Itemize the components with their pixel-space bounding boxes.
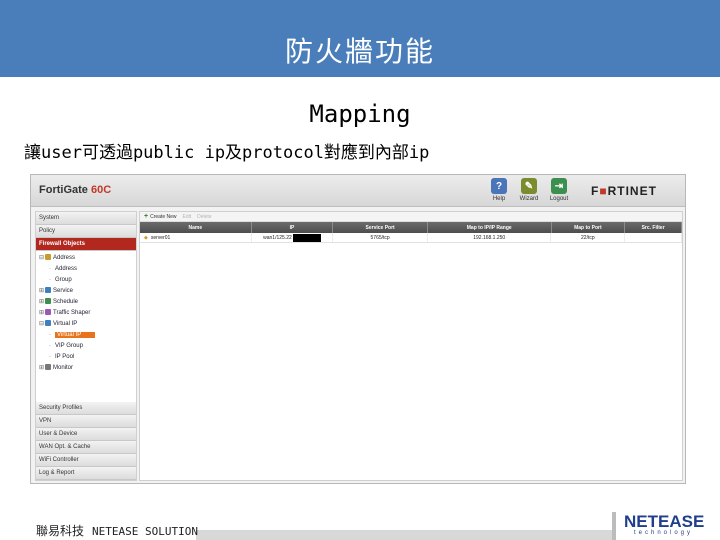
slide-header: 防火牆功能 (0, 0, 720, 77)
nav-wan-opt-cache[interactable]: WAN Opt. & Cache (36, 441, 136, 454)
fortigate-screenshot: FortiGate 60C ? Help ✎ Wizard ⇥ Logout F… (30, 174, 686, 484)
tree-label: IP Pool (55, 354, 75, 360)
virtual-ip-row-icon: ◆ (144, 234, 148, 241)
tree-item-address-folder[interactable]: ⊟ Address (36, 253, 136, 264)
table-row[interactable]: ◆ server01 wan1/125.22 5765/tcp 192.168.1… (140, 233, 683, 243)
delete-button[interactable]: Delete (197, 214, 211, 220)
cell-map-ip: 192.168.1.250 (428, 233, 552, 242)
monitor-icon (45, 364, 51, 371)
cell-name-text: server01 (150, 234, 171, 241)
plus-icon: + (144, 213, 149, 220)
cell-src-filter (625, 233, 683, 242)
nav-log-report[interactable]: Log & Report (36, 467, 136, 480)
fortinet-logo: F■RTINET (591, 184, 657, 198)
cell-ip: wan1/125.22 (252, 233, 334, 242)
help-icon: ? (491, 178, 507, 194)
netease-logo-sub: technology (634, 530, 694, 536)
tree-item-schedule[interactable]: ⊞ Schedule (36, 297, 136, 308)
column-map-port[interactable]: Map to Port (552, 222, 626, 233)
tree-label: Address (55, 266, 78, 272)
nav-firewall-objects[interactable]: Firewall Objects (36, 238, 136, 251)
create-new-label: Create New (150, 214, 177, 220)
tree-item-ip-pool[interactable]: · IP Pool (36, 352, 136, 363)
nav-policy[interactable]: Policy (36, 225, 136, 238)
tree-item-virtual-ip-folder[interactable]: ⊟ Virtual IP (36, 319, 136, 330)
logo-mark: ■ (599, 184, 608, 198)
nav-security-profiles[interactable]: Security Profiles (36, 402, 136, 415)
nav-bottom-sections: Security Profiles VPN User & Device WAN … (36, 402, 136, 480)
footer-company-zh: 聯易科技 (36, 524, 85, 538)
help-button[interactable]: ? Help (486, 178, 512, 202)
tree-item-vip-group[interactable]: · VIP Group (36, 341, 136, 352)
help-label: Help (492, 196, 506, 202)
footer-bar (196, 530, 616, 540)
content-toolbar: + Create New Edit Delete (140, 212, 682, 222)
tree-item-service[interactable]: ⊞ Service (36, 286, 136, 297)
netease-logo: NETEASE (624, 512, 705, 531)
tree-item-address-group[interactable]: · Group (36, 275, 136, 286)
service-icon (45, 287, 51, 294)
nav-wifi-controller[interactable]: WiFi Controller (36, 454, 136, 467)
fortigate-brand: FortiGate 60C (39, 184, 111, 196)
tree-label: Monitor (53, 365, 74, 371)
slide-title: 防火牆功能 (284, 35, 435, 68)
column-ip[interactable]: IP (252, 222, 334, 233)
nav-tree: ⊟ Address · Address · Group ⊞ Service ⊞ Sched… (36, 251, 136, 396)
tree-item-address[interactable]: · Address (36, 264, 136, 275)
redaction-block (292, 233, 321, 242)
slide-subtitle: Mapping (309, 100, 411, 128)
cell-map-port: 22/tcp (551, 233, 626, 242)
logout-icon: ⇥ (551, 178, 567, 194)
address-icon (45, 254, 51, 261)
tree-item-virtual-ip[interactable]: · Virtual IP (36, 330, 136, 341)
tree-label: Address (53, 255, 76, 261)
column-map-ip[interactable]: Map to IP/IP Range (428, 222, 552, 233)
virtual-ip-icon (45, 320, 51, 327)
tree-label: Virtual IP (53, 321, 78, 327)
brand-model: 60C (90, 184, 112, 196)
wizard-label: Wizard (519, 196, 539, 202)
nav-system[interactable]: System (36, 212, 136, 225)
tree-label: Virtual IP (55, 332, 96, 338)
main-content: + Create New Edit Delete Name IP Service … (139, 211, 683, 481)
footer-company: 聯易科技 NETEASE SOLUTION (36, 522, 198, 539)
logout-button[interactable]: ⇥ Logout (546, 178, 572, 202)
nav-vpn[interactable]: VPN (36, 415, 136, 428)
column-name[interactable]: Name (140, 222, 252, 233)
cell-ip-text: wan1/125.22 (263, 234, 292, 241)
edit-button[interactable]: Edit (183, 214, 192, 220)
footer-company-en: NETEASE SOLUTION (92, 525, 198, 538)
tree-label: Schedule (53, 299, 79, 305)
brand-name: FortiGate (39, 184, 91, 196)
column-src-filter[interactable]: Src. Filter (625, 222, 683, 233)
tree-item-monitor[interactable]: ⊞ Monitor (36, 363, 136, 374)
schedule-icon (45, 298, 51, 305)
tree-label: Traffic Shaper (53, 310, 91, 316)
nav-user-device[interactable]: User & Device (36, 428, 136, 441)
tree-label: Service (53, 288, 74, 294)
cell-service-port: 5765/tcp (333, 233, 428, 242)
traffic-shaper-icon (45, 309, 51, 316)
slide-body-text: 讓user可透過public ip及protocol對應到內部ip (24, 143, 430, 163)
logo-part-right: RTINET (607, 184, 657, 198)
tree-label: Group (55, 277, 72, 283)
nav-sidebar: System Policy Firewall Objects ⊟ Address … (35, 211, 137, 481)
table-header: Name IP Service Port Map to IP/IP Range … (140, 222, 683, 233)
tree-item-traffic-shaper[interactable]: ⊞ Traffic Shaper (36, 308, 136, 319)
wizard-button[interactable]: ✎ Wizard (516, 178, 542, 202)
cell-name: ◆ server01 (140, 233, 252, 242)
wizard-icon: ✎ (521, 178, 537, 194)
column-service-port[interactable]: Service Port (333, 222, 428, 233)
topbar-tools: ? Help ✎ Wizard ⇥ Logout (486, 178, 572, 202)
logout-label: Logout (549, 196, 569, 202)
tree-label: VIP Group (55, 343, 83, 349)
fortigate-topbar: FortiGate 60C ? Help ✎ Wizard ⇥ Logout F… (31, 175, 685, 207)
create-new-button[interactable]: + Create New (144, 213, 177, 220)
footer-accent (612, 512, 616, 540)
